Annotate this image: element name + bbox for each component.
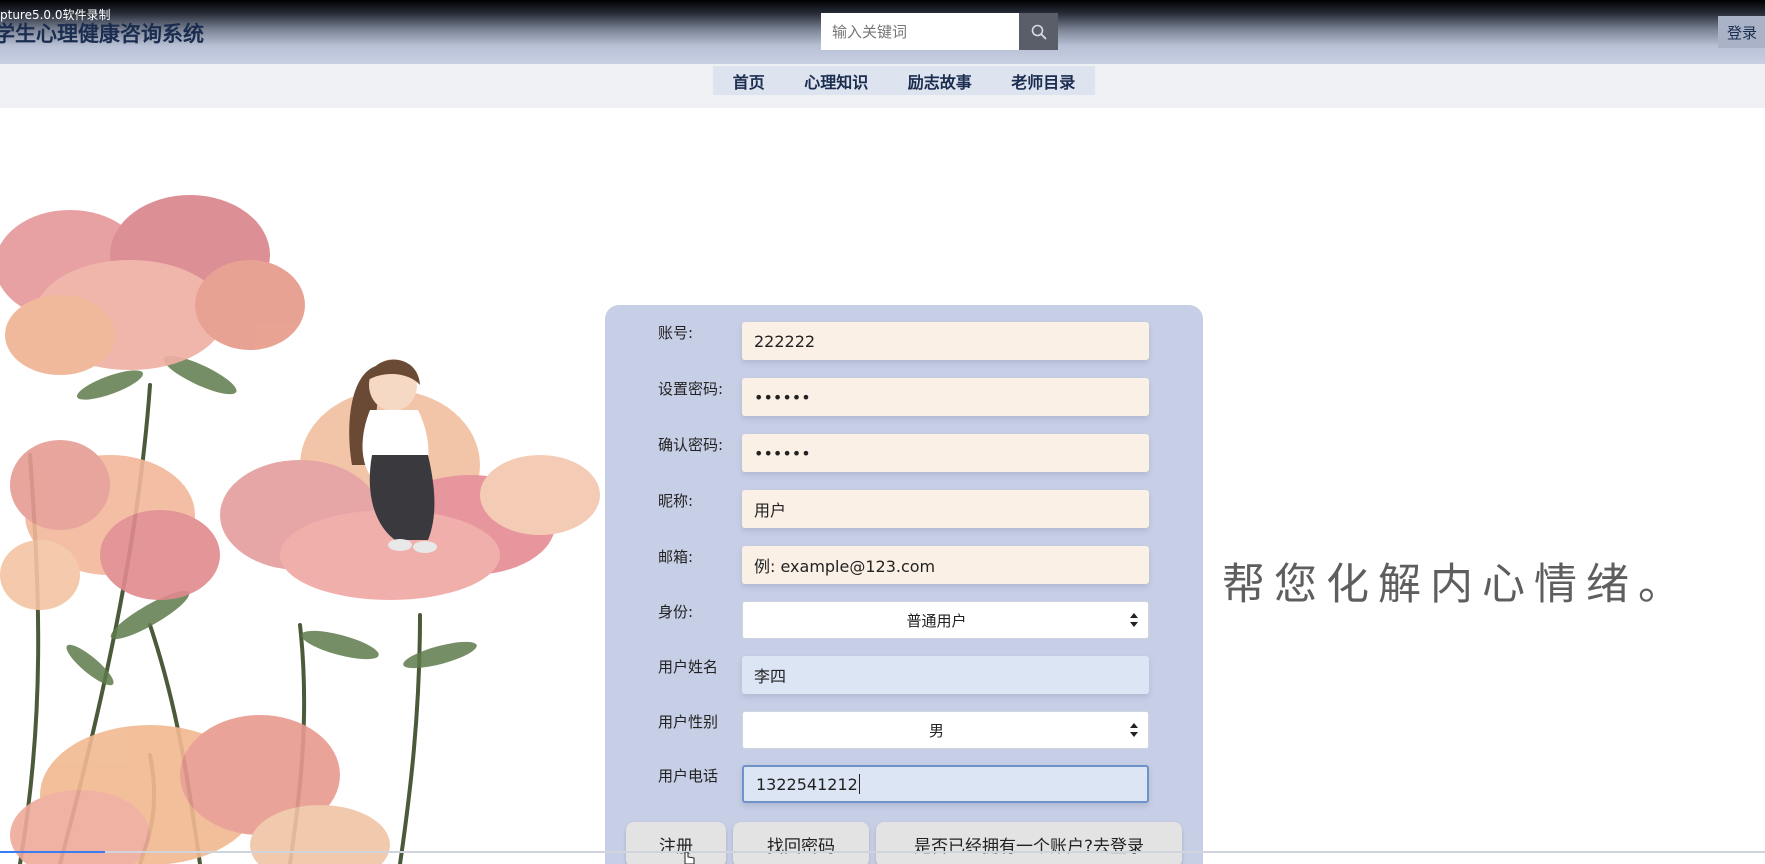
nav-item-home[interactable]: 首页 [733, 69, 765, 93]
confirm-password-label: 确认密码: [658, 436, 724, 454]
go-to-login-button[interactable]: 是否已经拥有一个账户?去登录 [876, 822, 1182, 864]
form-row-real-name: 用户姓名 李四 [605, 656, 1203, 696]
form-row-account: 账号: 222222 [605, 322, 1203, 362]
login-button[interactable]: 登录 [1718, 16, 1765, 48]
gender-select[interactable]: 男 [742, 711, 1149, 749]
video-progress-fill [0, 851, 105, 853]
nav-item-psych-knowledge[interactable]: 心理知识 [804, 69, 868, 93]
nav-item-teacher-directory[interactable]: 老师目录 [1011, 69, 1075, 93]
role-label: 身份: [658, 603, 694, 621]
account-label: 账号: [658, 324, 694, 342]
recover-password-button[interactable]: 找回密码 [733, 822, 869, 864]
form-row-password: 设置密码: •••••• [605, 378, 1203, 418]
form-row-nickname: 昵称: 用户 [605, 490, 1203, 530]
email-input[interactable]: 例: example@123.com [742, 546, 1149, 584]
updown-arrow-icon [1130, 723, 1138, 737]
site-title: 学生心理健康咨询系统 [0, 22, 204, 46]
page: pture5.0.0软件录制 学生心理健康咨询系统 登录 首页 心理知识 励志故… [0, 0, 1765, 864]
real-name-input[interactable]: 李四 [742, 656, 1149, 694]
password-label: 设置密码: [658, 380, 724, 398]
form-row-phone: 用户电话 1322541212 [605, 765, 1203, 805]
role-select-value: 普通用户 [906, 611, 967, 630]
role-select[interactable]: 普通用户 [742, 601, 1149, 639]
real-name-label: 用户姓名 [658, 658, 719, 676]
search-button[interactable] [1019, 13, 1058, 50]
phone-input-value: 1322541212 [756, 774, 858, 794]
nickname-label: 昵称: [658, 492, 694, 510]
password-input[interactable]: •••••• [742, 378, 1149, 416]
form-row-confirm-password: 确认密码: •••••• [605, 434, 1203, 474]
register-button[interactable]: 注册 [626, 822, 726, 864]
account-input[interactable]: 222222 [742, 322, 1149, 360]
text-caret [858, 774, 860, 794]
search-bar [821, 13, 1058, 50]
header-bar: pture5.0.0软件录制 学生心理健康咨询系统 登录 [0, 0, 1765, 64]
nickname-input[interactable]: 用户 [742, 490, 1149, 528]
slogan-text: 帮您化解内心情绪。 [1222, 560, 1690, 610]
form-row-role: 身份: 普通用户 [605, 601, 1203, 641]
main-nav: 首页 心理知识 励志故事 老师目录 [713, 66, 1095, 95]
search-icon [1031, 24, 1046, 39]
registration-form: 账号: 222222 设置密码: •••••• 确认密码: •••••• 昵称:… [605, 305, 1203, 864]
form-row-gender: 用户性别 男 [605, 711, 1203, 751]
phone-input[interactable]: 1322541212 [742, 765, 1149, 803]
video-progress-track[interactable] [0, 851, 1765, 853]
gender-select-value: 男 [928, 721, 944, 740]
email-label: 邮箱: [658, 548, 694, 566]
form-row-email: 邮箱: 例: example@123.com [605, 546, 1203, 586]
nav-item-inspirational-stories[interactable]: 励志故事 [908, 69, 972, 93]
search-input[interactable] [821, 13, 1019, 50]
hand-cursor-icon [684, 852, 695, 864]
gender-label: 用户性别 [658, 713, 719, 731]
flower-girl-illustration [0, 195, 600, 864]
updown-arrow-icon [1130, 613, 1138, 627]
confirm-password-input[interactable]: •••••• [742, 434, 1149, 472]
phone-label: 用户电话 [658, 767, 719, 785]
